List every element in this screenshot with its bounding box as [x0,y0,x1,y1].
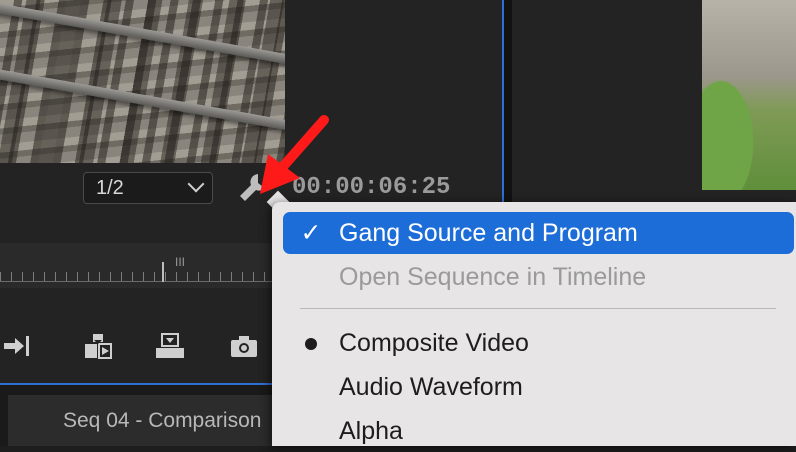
menu-item-label: Composite Video [339,329,529,357]
bullet-icon [305,338,317,350]
menu-item-gang-source-and-program[interactable]: ✓ Gang Source and Program [283,212,794,254]
ruler-ticks [0,272,275,281]
menu-item-label: Alpha [339,417,403,445]
insert-icon[interactable] [83,330,115,362]
checkmark-icon: ✓ [300,219,322,247]
menu-item-label: Open Sequence in Timeline [339,263,647,291]
menu-item-label: Gang Source and Program [339,219,638,247]
menu-item-open-sequence-in-timeline: Open Sequence in Timeline [283,256,794,298]
playhead-marker[interactable] [162,262,164,282]
chevron-down-icon [187,175,205,193]
program-video-frame [702,0,796,190]
camera-icon[interactable] [228,330,260,362]
overwrite-icon[interactable] [2,330,34,362]
menu-separator [300,308,776,309]
tab-sequence[interactable]: Seq 04 - Comparison [8,395,280,446]
playhead-label: III [175,255,186,269]
resolution-value: 1/2 [96,177,124,199]
lift-icon[interactable] [154,330,186,362]
menu-item-label: Audio Waveform [339,373,523,401]
menu-item-composite-video[interactable]: Composite Video [283,322,794,364]
menu-item-audio-waveform[interactable]: Audio Waveform [283,366,794,408]
ruler-baseline [0,281,275,282]
red-arrow-icon [260,115,329,194]
playback-resolution-select[interactable]: 1/2 [83,172,213,204]
